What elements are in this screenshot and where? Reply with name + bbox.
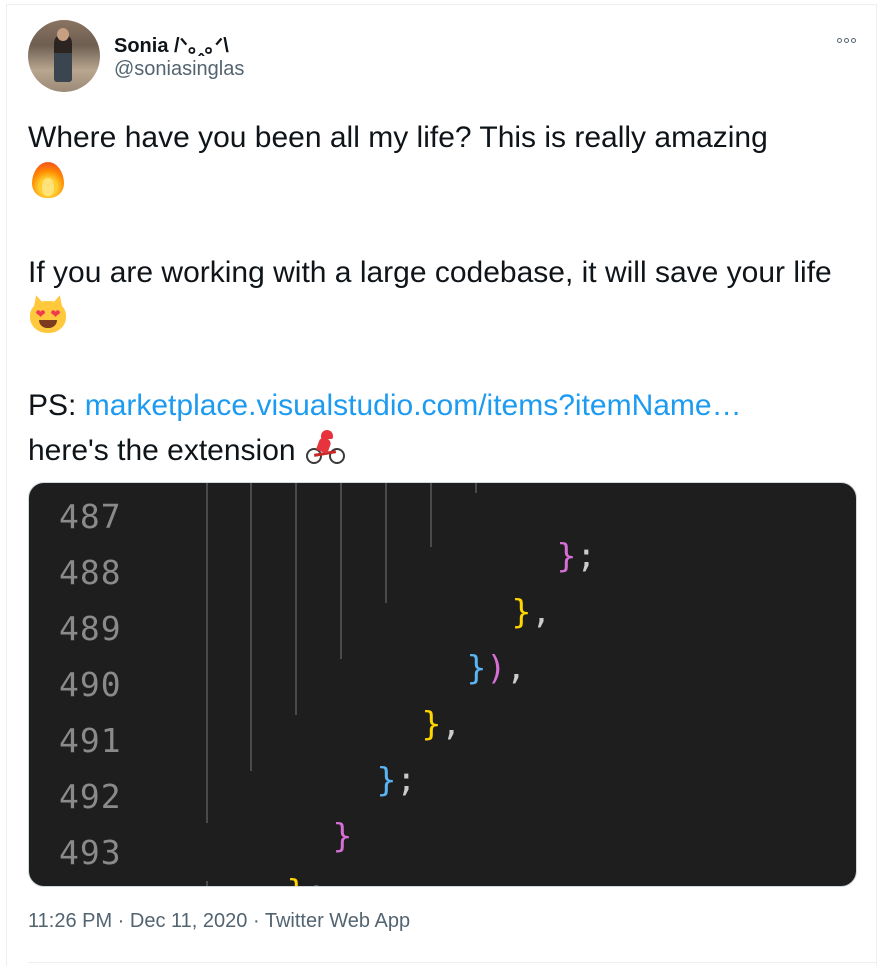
extension-link[interactable]: marketplace.visualstudio.com/items?itemN… [85, 389, 742, 422]
tweet-timestamp: 11:26 PM · Dec 11, 2020 · Twitter Web Ap… [28, 910, 410, 933]
line-number: 493 [59, 833, 122, 872]
indent-guide [475, 483, 477, 493]
indent-guide [250, 483, 252, 771]
indent-guide [430, 483, 432, 547]
avatar[interactable] [28, 20, 100, 92]
line-number: 487 [59, 497, 122, 536]
indent-guide [340, 483, 342, 659]
tweet-line-3: PS: marketplace.visualstudio.com/items?i… [28, 384, 848, 473]
woman-biking-emoji-icon [304, 428, 348, 468]
dot [836, 37, 842, 43]
more-dots-icon[interactable] [826, 28, 866, 52]
tweet-line-2: If you are working with a large codebase… [28, 251, 848, 340]
tweet-text: Where have you been all my life? This is… [28, 116, 848, 473]
tweet-date[interactable]: Dec 11, 2020 [130, 910, 248, 932]
code-line-493: }; [207, 833, 326, 886]
heart-eyes-cat-emoji-icon: ❤ ❤ [28, 293, 68, 335]
avatar-head [57, 28, 69, 41]
line-number: 488 [59, 553, 122, 592]
fire-emoji-icon [28, 160, 68, 200]
author-display-name[interactable]: Sonia /ᐠ｡ꞈ｡ᐟ\ [114, 29, 229, 58]
line-number: 490 [59, 665, 122, 704]
tweet-source[interactable]: Twitter Web App [265, 910, 410, 932]
tweet-line-4-text: here's the extension [28, 434, 296, 467]
line-number: 492 [59, 777, 122, 816]
indent-guide [385, 483, 387, 603]
indent-guide [206, 483, 208, 823]
divider [28, 962, 877, 963]
author-handle[interactable]: @soniasinglas [114, 58, 244, 81]
tweet-line-2-text: If you are working with a large codebase… [28, 256, 832, 289]
separator: · [247, 910, 265, 932]
dot [843, 37, 849, 43]
line-number: 491 [59, 721, 122, 760]
code-screenshot-image[interactable]: 487 488 489 490 491 492 493 }; }, }), },… [28, 482, 857, 887]
indent-guide [295, 483, 297, 715]
tweet-time[interactable]: 11:26 PM [28, 910, 112, 932]
ps-label: PS: [28, 389, 85, 422]
separator: · [112, 910, 130, 932]
line-number: 489 [59, 609, 122, 648]
dot [850, 37, 856, 43]
tweet-line-1-text: Where have you been all my life? This is… [28, 121, 768, 154]
tweet-line-1: Where have you been all my life? This is… [28, 116, 848, 207]
avatar-figure [54, 34, 72, 82]
